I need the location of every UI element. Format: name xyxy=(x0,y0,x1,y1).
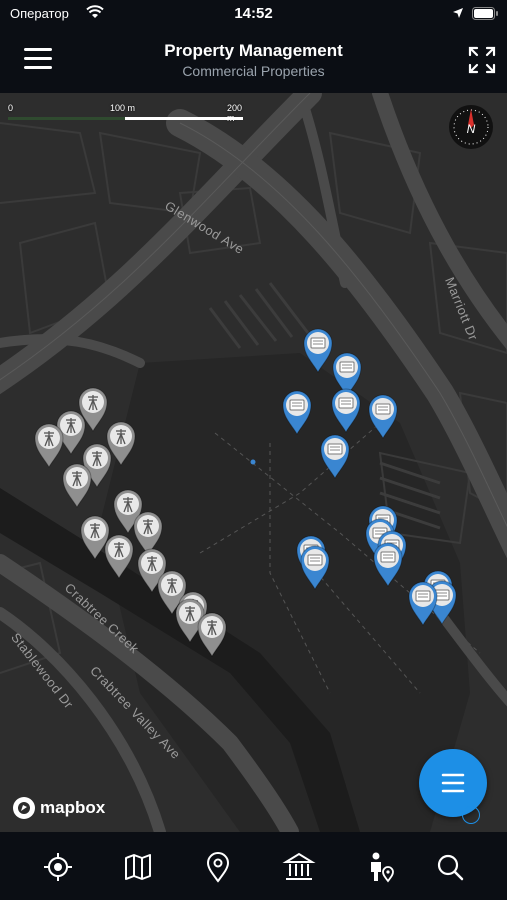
map-icon[interactable] xyxy=(121,850,155,884)
building-pin-icon xyxy=(300,545,330,590)
location-arrow-icon xyxy=(453,8,463,18)
building-pin-icon xyxy=(303,328,333,373)
scale-bar-dark xyxy=(8,117,125,120)
page-title: Property Management xyxy=(164,41,343,60)
status-bar: Оператор 14:52 xyxy=(0,0,507,30)
tower-marker[interactable] xyxy=(61,462,93,513)
scale-bar: 0 100 m 200 m xyxy=(8,103,248,127)
tower-pin-icon xyxy=(62,463,92,508)
property-marker[interactable] xyxy=(367,393,399,444)
search-icon[interactable] xyxy=(433,850,467,884)
building-pin-icon xyxy=(320,434,350,479)
tower-pin-icon xyxy=(197,612,227,657)
page-subtitle: Commercial Properties xyxy=(182,63,325,79)
mapbox-logo-icon xyxy=(13,797,35,819)
property-marker[interactable] xyxy=(407,580,439,631)
property-marker[interactable] xyxy=(302,327,334,378)
bottom-nav xyxy=(0,832,507,900)
scale-bar-light xyxy=(125,117,243,120)
mapbox-logo: mapbox xyxy=(12,795,105,821)
fullscreen-icon[interactable] xyxy=(467,45,497,75)
menu-fab-button[interactable] xyxy=(419,749,487,817)
status-time: 14:52 xyxy=(234,5,273,22)
tower-marker[interactable] xyxy=(196,611,228,662)
property-marker[interactable] xyxy=(330,387,362,438)
building-pin-icon xyxy=(408,581,438,626)
scale-tick: 100 m xyxy=(110,103,136,113)
scale-tick: 200 m xyxy=(227,103,243,123)
mapbox-wordmark: mapbox xyxy=(40,798,106,817)
property-marker[interactable] xyxy=(319,433,351,484)
building-pin-icon xyxy=(282,390,312,435)
tower-pin-icon xyxy=(104,534,134,579)
property-marker[interactable] xyxy=(372,541,404,592)
list-icon xyxy=(441,773,465,793)
compass-label: N xyxy=(467,122,476,136)
building-pin-icon xyxy=(373,542,403,587)
map-view[interactable]: Glenwood Ave Marriott Dr Crabtree Creek … xyxy=(0,93,507,832)
locate-icon[interactable] xyxy=(41,850,75,884)
battery-icon xyxy=(472,7,498,20)
property-marker[interactable] xyxy=(299,544,331,595)
attribution-info-button[interactable] xyxy=(462,806,480,824)
app-header: Property Management Commercial Propertie… xyxy=(0,30,507,93)
building-pin-icon xyxy=(368,394,398,439)
compass-icon[interactable]: N xyxy=(448,104,494,150)
building-pin-icon xyxy=(331,388,361,433)
property-marker[interactable] xyxy=(281,389,313,440)
pin-icon[interactable] xyxy=(201,850,235,884)
tower-marker[interactable] xyxy=(103,533,135,584)
bank-icon[interactable] xyxy=(282,850,316,884)
scale-tick: 0 xyxy=(8,103,14,113)
person-location-icon[interactable] xyxy=(363,850,397,884)
